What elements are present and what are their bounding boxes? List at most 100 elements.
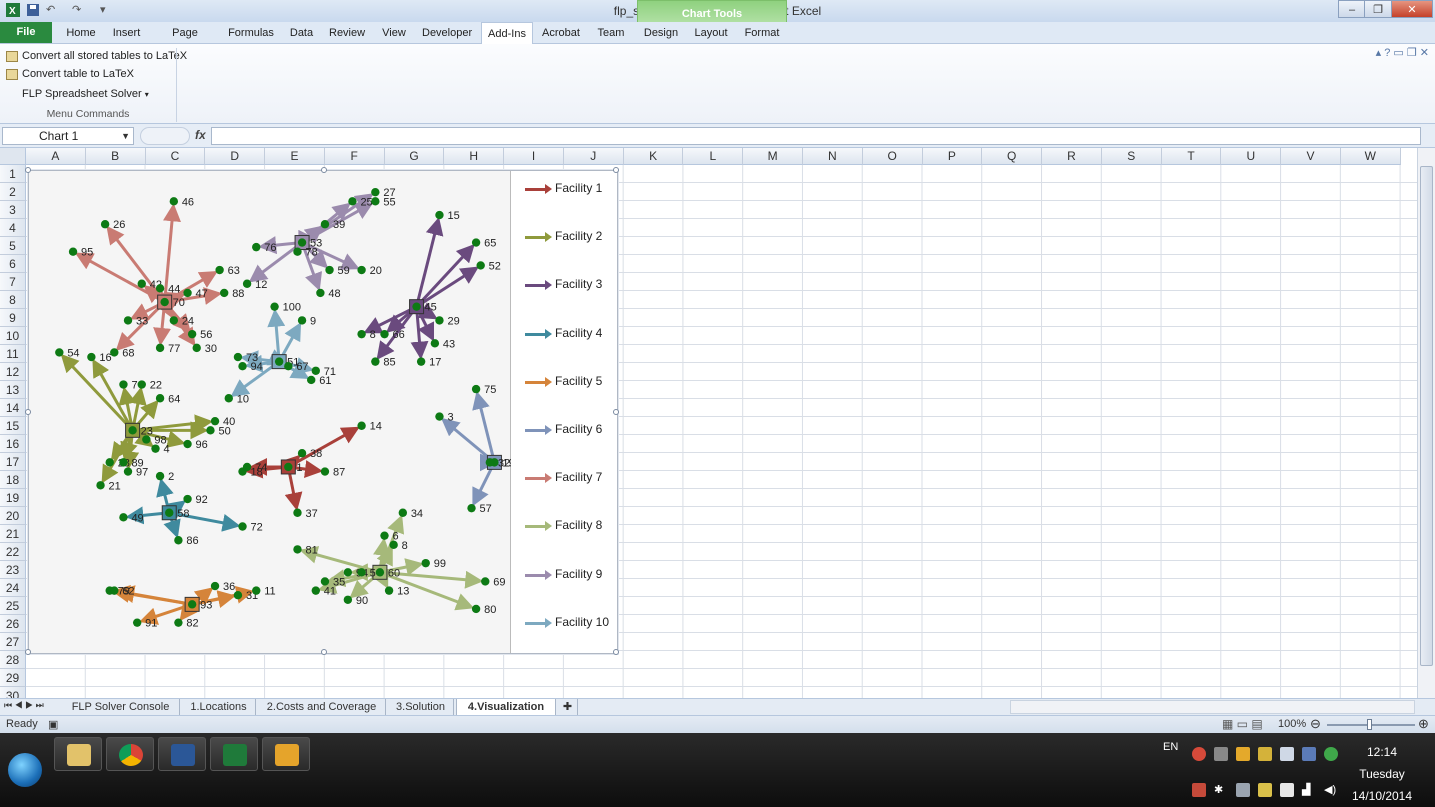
row-header[interactable]: 26 bbox=[0, 615, 26, 633]
insert-sheet-icon[interactable]: ✚ bbox=[558, 699, 578, 716]
row-header[interactable]: 16 bbox=[0, 435, 26, 453]
chrome-tray-icon[interactable] bbox=[1192, 747, 1206, 761]
row-header[interactable]: 15 bbox=[0, 417, 26, 435]
row-header[interactable]: 14 bbox=[0, 399, 26, 417]
sheet-tab[interactable]: 3.Solution bbox=[388, 699, 454, 716]
sheet-nav-arrows[interactable]: ⏮ ◀ ▶ ⏭ bbox=[4, 700, 44, 711]
row-header[interactable]: 17 bbox=[0, 453, 26, 471]
outlook-taskbar-button[interactable] bbox=[262, 737, 310, 771]
tab-page-layout[interactable]: Page Layout bbox=[155, 22, 215, 61]
formula-input[interactable] bbox=[211, 127, 1421, 145]
ribbon-collapse-icon[interactable]: ▴ ? ▭ ❐ ✕ bbox=[1376, 46, 1429, 59]
notification-icon[interactable] bbox=[1214, 747, 1228, 761]
excel-taskbar-button[interactable] bbox=[210, 737, 258, 771]
sync-icon[interactable] bbox=[1302, 747, 1316, 761]
row-header[interactable]: 3 bbox=[0, 201, 26, 219]
row-header[interactable]: 18 bbox=[0, 471, 26, 489]
view-buttons[interactable]: ▦ ▭ ▤ bbox=[1222, 717, 1263, 731]
tab-add-ins[interactable]: Add-Ins bbox=[481, 22, 533, 45]
security-icon[interactable] bbox=[1258, 783, 1272, 797]
restore-button[interactable]: ❐ bbox=[1364, 0, 1392, 18]
column-header[interactable]: I bbox=[504, 148, 564, 165]
tab-home[interactable]: Home bbox=[62, 22, 100, 44]
row-header[interactable]: 11 bbox=[0, 345, 26, 363]
row-header[interactable]: 6 bbox=[0, 255, 26, 273]
resize-handle[interactable] bbox=[321, 649, 327, 655]
chevron-down-icon[interactable]: ▼ bbox=[121, 128, 130, 144]
chrome-taskbar-button[interactable] bbox=[106, 737, 154, 771]
column-header[interactable]: D bbox=[205, 148, 266, 165]
tab-team[interactable]: Team bbox=[596, 22, 626, 44]
resize-handle[interactable] bbox=[613, 409, 619, 415]
resize-handle[interactable] bbox=[25, 649, 31, 655]
resize-handle[interactable] bbox=[25, 409, 31, 415]
row-header[interactable]: 8 bbox=[0, 291, 26, 309]
sheet-tab[interactable]: 4.Visualization bbox=[456, 699, 556, 716]
resize-handle[interactable] bbox=[613, 167, 619, 173]
sheet-tab[interactable]: FLP Solver Console bbox=[62, 699, 180, 716]
bluetooth-icon[interactable]: ✱ bbox=[1214, 783, 1228, 797]
sheet-tab[interactable]: 2.Costs and Coverage bbox=[258, 699, 386, 716]
tab-acrobat[interactable]: Acrobat bbox=[540, 22, 582, 44]
chart-object[interactable]: 1143887187437235416722644050984962889972… bbox=[25, 167, 619, 655]
vpn-icon[interactable] bbox=[1280, 747, 1294, 761]
network-icon[interactable]: ▟ bbox=[1302, 783, 1316, 797]
resize-handle[interactable] bbox=[321, 167, 327, 173]
select-all-corner[interactable] bbox=[0, 148, 26, 165]
tab-insert[interactable]: Insert bbox=[108, 22, 145, 44]
row-header[interactable]: 30 bbox=[0, 687, 26, 698]
word-taskbar-button[interactable] bbox=[158, 737, 206, 771]
column-header[interactable]: F bbox=[324, 148, 385, 165]
row-header[interactable]: 13 bbox=[0, 381, 26, 399]
convert-table-button[interactable]: Convert table to LaTeX bbox=[6, 66, 134, 83]
vertical-scrollbar[interactable] bbox=[1417, 148, 1435, 698]
row-header[interactable]: 24 bbox=[0, 579, 26, 597]
row-header[interactable]: 27 bbox=[0, 633, 26, 651]
row-header[interactable]: 29 bbox=[0, 669, 26, 687]
clock[interactable]: 12:14 Tuesday 14/10/2014 bbox=[1347, 741, 1417, 807]
column-header[interactable]: A bbox=[26, 148, 86, 165]
shield-icon[interactable] bbox=[1258, 747, 1272, 761]
resize-handle[interactable] bbox=[25, 167, 31, 173]
language-indicator[interactable]: EN bbox=[1163, 741, 1178, 753]
column-header[interactable]: S bbox=[1101, 148, 1162, 165]
column-header[interactable]: G bbox=[384, 148, 445, 165]
row-header[interactable]: 1 bbox=[0, 165, 26, 183]
sheet-tab[interactable]: 1.Locations bbox=[182, 699, 256, 716]
update-icon[interactable] bbox=[1324, 747, 1338, 761]
row-header[interactable]: 21 bbox=[0, 525, 26, 543]
column-header[interactable]: W bbox=[1340, 148, 1401, 165]
row-header[interactable]: 22 bbox=[0, 543, 26, 561]
column-header[interactable]: U bbox=[1221, 148, 1282, 165]
column-header[interactable]: E bbox=[265, 148, 325, 165]
column-header[interactable]: O bbox=[862, 148, 923, 165]
resize-handle[interactable] bbox=[613, 649, 619, 655]
macro-record-icon[interactable]: ▣ bbox=[48, 718, 58, 731]
row-header[interactable]: 5 bbox=[0, 237, 26, 255]
start-button-icon[interactable] bbox=[8, 753, 42, 787]
row-header[interactable]: 12 bbox=[0, 363, 26, 381]
tab-data[interactable]: Data bbox=[287, 22, 316, 44]
tab-review[interactable]: Review bbox=[329, 22, 365, 44]
scroll-thumb[interactable] bbox=[1420, 166, 1433, 666]
row-header[interactable]: 9 bbox=[0, 309, 26, 327]
device-icon[interactable] bbox=[1280, 783, 1294, 797]
row-header[interactable]: 4 bbox=[0, 219, 26, 237]
close-button[interactable]: ✕ bbox=[1391, 0, 1433, 18]
row-header[interactable]: 2 bbox=[0, 183, 26, 201]
column-header[interactable]: J bbox=[563, 148, 624, 165]
tab-format[interactable]: Format bbox=[741, 22, 783, 44]
tab-layout[interactable]: Layout bbox=[693, 22, 729, 44]
row-header[interactable]: 19 bbox=[0, 489, 26, 507]
column-header[interactable]: M bbox=[743, 148, 803, 165]
column-header[interactable]: K bbox=[623, 148, 684, 165]
display-icon[interactable] bbox=[1236, 783, 1250, 797]
tab-view[interactable]: View bbox=[380, 22, 408, 44]
convert-all-tables-button[interactable]: Convert all stored tables to LaTeX bbox=[6, 48, 187, 65]
flp-solver-menu[interactable]: FLP Spreadsheet Solver ▾ bbox=[6, 86, 149, 103]
volume-icon[interactable]: ◀) bbox=[1324, 783, 1338, 797]
minimize-button[interactable]: – bbox=[1338, 0, 1366, 18]
column-header[interactable]: V bbox=[1281, 148, 1341, 165]
column-header[interactable]: Q bbox=[982, 148, 1043, 165]
zoom-level[interactable]: 100% bbox=[1278, 718, 1306, 730]
